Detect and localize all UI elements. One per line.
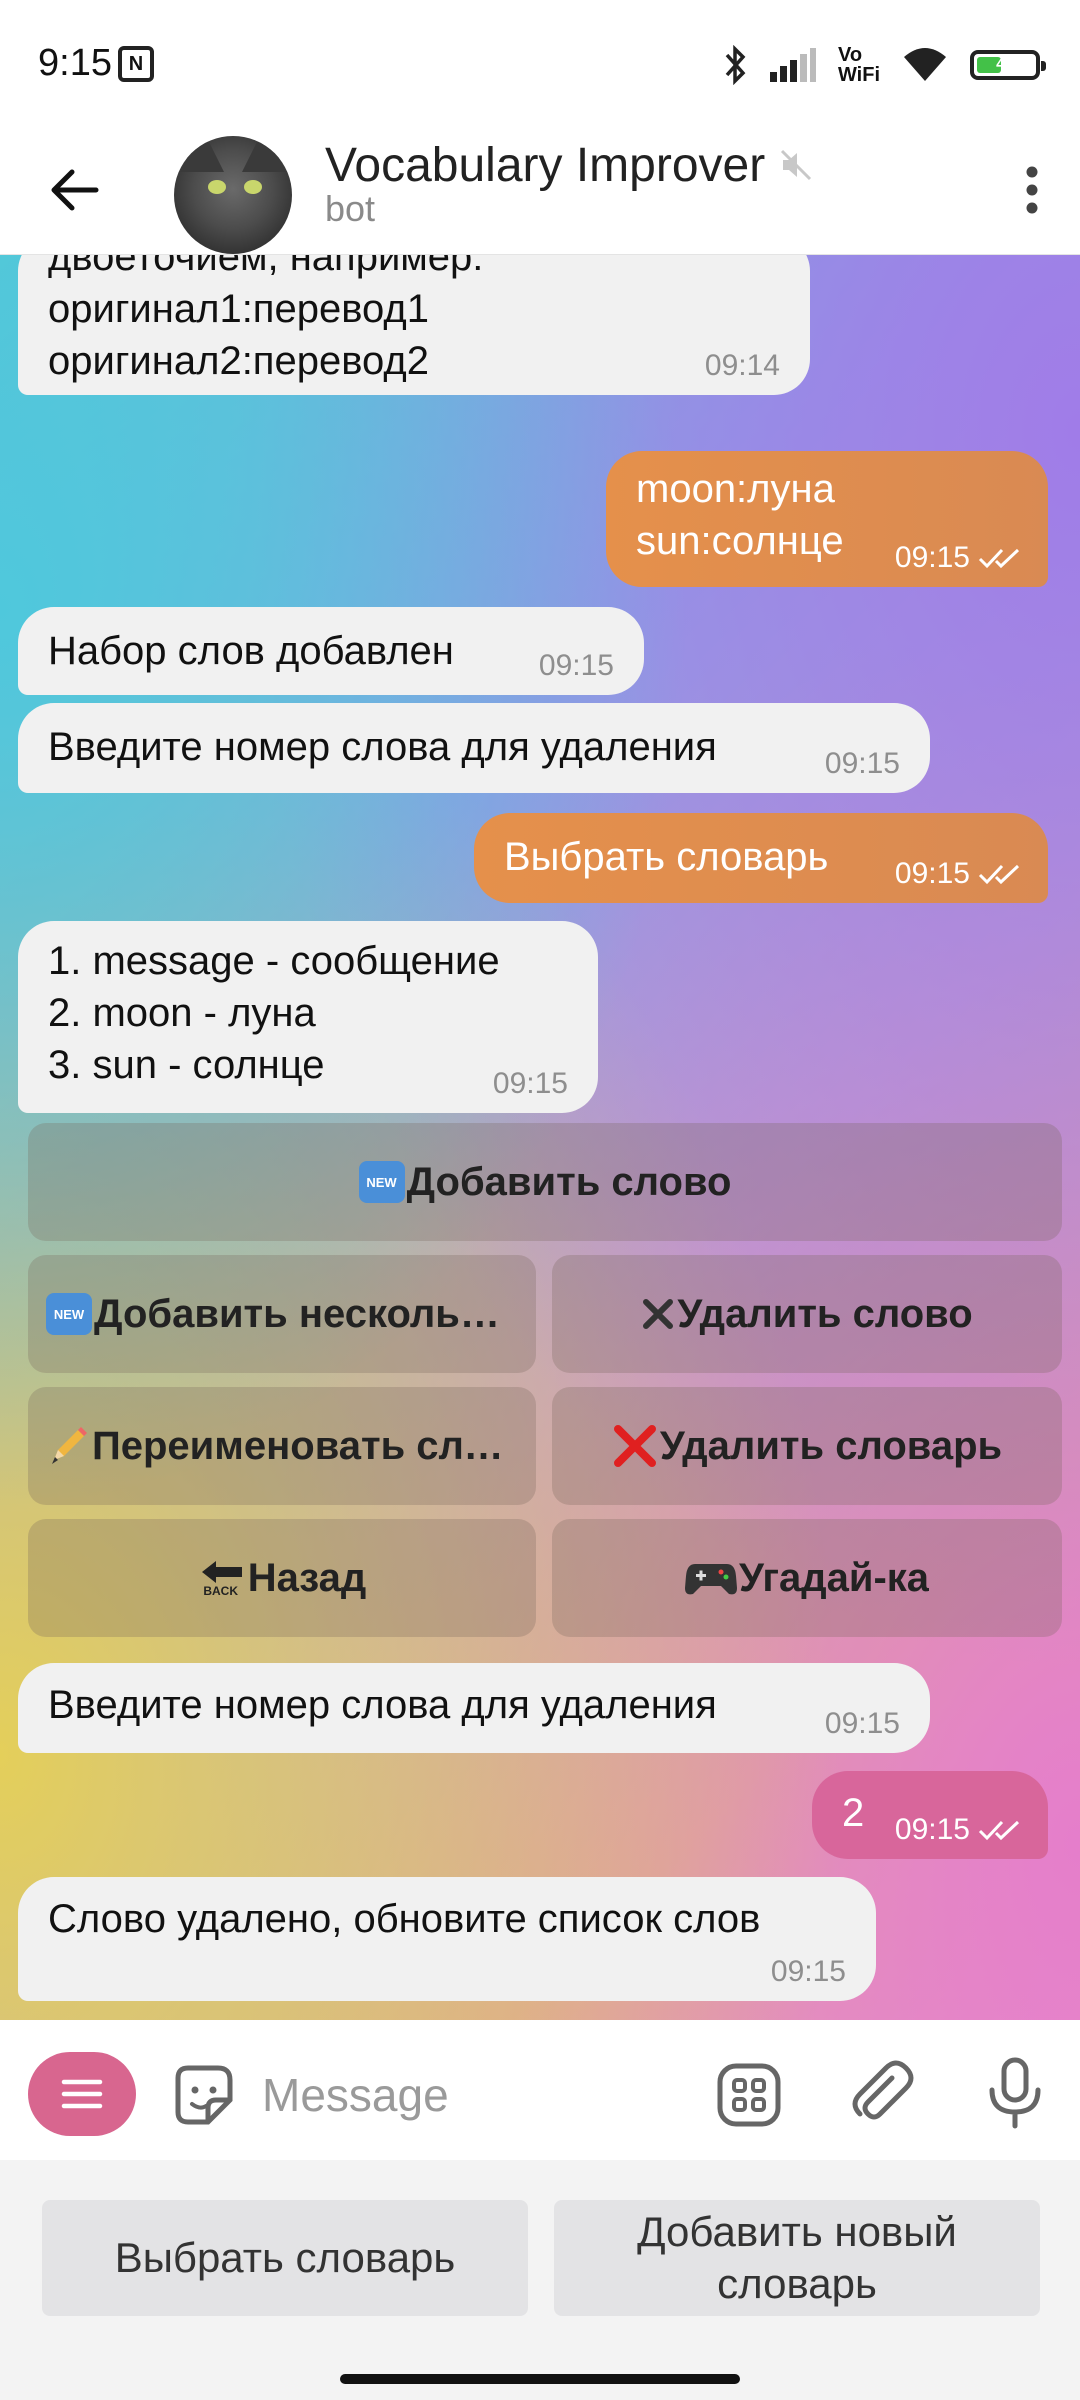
battery-icon: 42 — [970, 50, 1046, 80]
reply-button-add-dict[interactable]: Добавить новый словарь — [554, 2200, 1040, 2316]
inline-button-back[interactable]: BACK Назад — [28, 1519, 536, 1637]
message-text: Слово удалено, обновите список слов — [48, 1897, 761, 1941]
message-input[interactable] — [262, 2060, 682, 2130]
message-incoming[interactable]: Набор слов добавлен 09:15 — [18, 607, 644, 695]
button-label: Добавить слово — [406, 1159, 732, 1204]
message-input-bar — [0, 2020, 1080, 2160]
home-indicator[interactable] — [340, 2374, 740, 2384]
message-text: 1. message - сообщение 2. moon - луна 3.… — [48, 939, 500, 1087]
vowifi-icon: Vo WiFi — [837, 44, 880, 86]
message-time: 09:15 — [894, 1813, 970, 1846]
message-text: Введите номер слова для удаления — [48, 725, 717, 769]
bot-commands-icon[interactable] — [716, 2062, 782, 2128]
pencil-icon — [52, 1427, 87, 1464]
message-incoming[interactable]: Введите номер слова для удаления 09:15 — [18, 703, 930, 793]
new-icon: NEW — [358, 1161, 405, 1203]
status-time: 9:15 — [38, 42, 112, 84]
back-badge-text: BACK — [203, 1584, 239, 1598]
message-time: 09:15 — [824, 747, 900, 780]
button-label: Удалить словарь — [659, 1423, 1003, 1468]
inline-button-rename-dict[interactable]: Переименовать сло… — [28, 1387, 536, 1505]
message-time: 09:15 — [894, 857, 970, 890]
message-time: 09:15 — [770, 1955, 846, 1988]
chat-title[interactable]: Vocabulary Improver — [325, 130, 813, 200]
more-options-button[interactable] — [1002, 155, 1062, 225]
arrow-left-icon — [51, 169, 99, 211]
button-label: Угадай-ка — [738, 1555, 930, 1600]
message-text: Набор слов добавлен — [48, 629, 454, 673]
signal-icon — [769, 48, 816, 82]
back-arrow-icon — [201, 1561, 242, 1583]
button-label: Удалить слово — [677, 1291, 973, 1336]
inline-button-delete-dict[interactable]: Удалить словарь — [552, 1387, 1062, 1505]
message-text: двоеточием, например: оригинал1:перевод1… — [48, 255, 484, 383]
nfc-icon: N — [118, 46, 154, 82]
message-incoming[interactable]: Слово удалено, обновите список слов 09:1… — [18, 1877, 876, 2001]
button-label: Добавить нескольк… — [94, 1291, 518, 1336]
message-incoming[interactable]: Введите номер слова для удаления 09:15 — [18, 1663, 930, 1753]
button-label: Добавить новый словарь — [637, 2208, 957, 2307]
gamepad-icon — [684, 1564, 737, 1595]
heavy-x-icon — [643, 1299, 674, 1329]
bluetooth-icon — [725, 45, 746, 85]
bot-menu-button[interactable] — [28, 2052, 136, 2136]
button-label: Переименовать сло… — [92, 1423, 518, 1468]
sticker-emoji-icon[interactable] — [168, 2060, 238, 2130]
muted-speaker-icon — [781, 149, 812, 181]
inline-button-guess-game[interactable]: Угадай-ка — [552, 1519, 1062, 1637]
message-time: 09:14 — [704, 349, 780, 382]
chat-subtitle: bot — [325, 188, 376, 229]
message-time: 09:15 — [894, 541, 970, 574]
message-outgoing[interactable]: moon:луна sun:солнце 09:15 — [606, 451, 1048, 587]
double-check-icon — [978, 864, 1020, 885]
double-check-icon — [978, 1820, 1020, 1841]
inline-button-add-word[interactable]: NEW Добавить слово — [28, 1123, 1062, 1241]
status-icons: Vo WiFi 42 — [724, 40, 1046, 90]
new-icon: NEW — [46, 1293, 92, 1335]
inline-button-add-multiple[interactable]: NEW Добавить нескольк… — [28, 1255, 536, 1373]
status-bar: 9:15 N Vo WiFi 42 — [0, 0, 1080, 130]
inline-button-delete-word[interactable]: Удалить слово — [552, 1255, 1062, 1373]
button-label: Назад — [247, 1555, 367, 1600]
button-label: Выбрать словарь — [114, 2234, 456, 2281]
chat-header: Vocabulary Improver bot — [0, 130, 1080, 255]
message-incoming[interactable]: 1. message - сообщение 2. moon - луна 3.… — [18, 921, 598, 1113]
more-vertical-icon — [1026, 166, 1038, 214]
hamburger-menu-icon — [61, 2079, 103, 2109]
message-time: 09:15 — [824, 1707, 900, 1740]
reply-keyboard: Выбрать словарь Добавить новый словарь — [0, 2160, 1080, 2400]
message-time: 09:15 — [492, 1067, 568, 1100]
microphone-icon[interactable] — [980, 2056, 1050, 2130]
message-text: Введите номер слова для удаления — [48, 1683, 717, 1727]
back-button[interactable] — [40, 155, 110, 225]
paperclip-icon[interactable] — [846, 2058, 916, 2128]
message-outgoing[interactable]: Выбрать словарь 09:15 — [474, 813, 1048, 903]
message-outgoing[interactable]: 2 09:15 — [812, 1771, 1048, 1859]
chat-area[interactable]: двоеточием, например: оригинал1:перевод1… — [0, 255, 1080, 2020]
message-time: 09:15 — [538, 649, 614, 682]
avatar[interactable] — [174, 136, 292, 254]
message-incoming[interactable]: двоеточием, например: оригинал1:перевод1… — [18, 255, 810, 395]
red-cross-icon — [613, 1425, 656, 1467]
double-check-icon — [978, 548, 1020, 569]
reply-button-choose-dict[interactable]: Выбрать словарь — [42, 2200, 528, 2316]
wifi-icon — [904, 48, 946, 81]
